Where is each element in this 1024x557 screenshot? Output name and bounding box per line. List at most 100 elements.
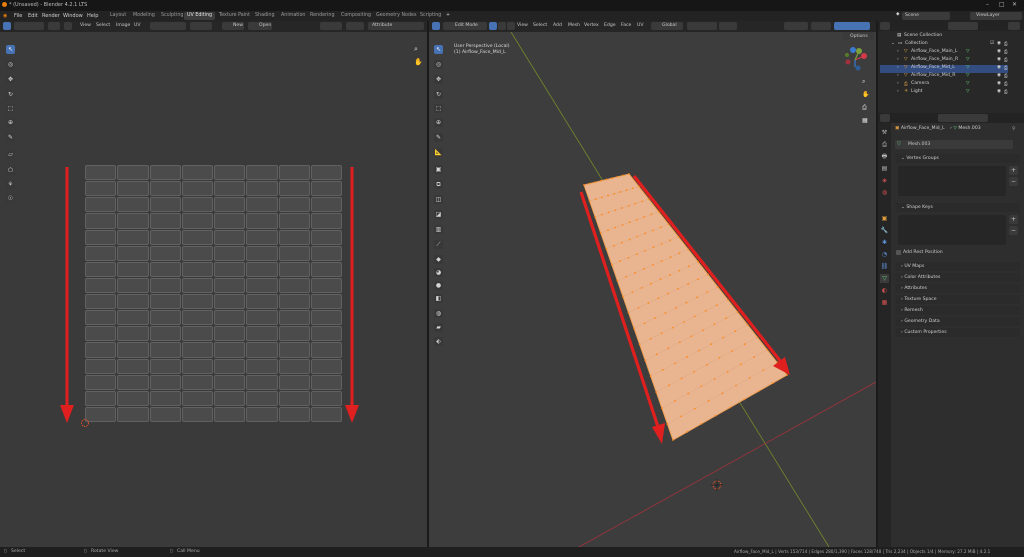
expand-icon[interactable]: ›	[897, 73, 899, 78]
render-tab-icon[interactable]: ⎙	[880, 140, 889, 149]
visibility-eye-icon[interactable]: ◉	[997, 41, 1001, 46]
vertex-groups-panel-header[interactable]: ⌄ Vertex Groups	[895, 154, 1020, 163]
vp-menu-select[interactable]: Select	[533, 23, 547, 28]
attributes-panel-header[interactable]: › Attributes	[895, 284, 1020, 293]
add-rest-position-checkbox[interactable]	[896, 250, 901, 255]
proportional-edit-3d[interactable]	[719, 22, 737, 30]
edge-select-mode-icon[interactable]	[498, 22, 506, 30]
pin-icon[interactable]: ⚲	[1012, 126, 1016, 132]
geometry-data-panel-header[interactable]: › Geometry Data	[895, 317, 1020, 326]
uv-maps-panel-header[interactable]: › UV Maps	[895, 262, 1020, 271]
add-shape-key-button[interactable]: +	[1009, 215, 1018, 224]
editor-type-3d-icon[interactable]	[432, 22, 440, 30]
remove-shape-key-button[interactable]: −	[1009, 226, 1018, 235]
visibility-eye-icon[interactable]: ◉	[997, 57, 1001, 62]
mesh-vertex	[707, 273, 709, 276]
mesh-datablock-field[interactable]: ▽ Mesh.003	[895, 140, 1013, 149]
expand-icon[interactable]: ›	[897, 89, 899, 94]
overlays-buttons[interactable]	[811, 22, 831, 30]
mesh-vertex	[786, 374, 788, 376]
outliner-item-airflow-face-mid-r[interactable]: › ▽ Airflow_Face_Mid_R ▽ ◉ ⎙	[880, 73, 1008, 81]
outliner-collection[interactable]: ⌄ ▭ Collection ☑ ◉ ⎙	[880, 41, 1008, 49]
render-camera-icon[interactable]: ⎙	[1004, 81, 1008, 87]
vertex-select-mode-icon[interactable]	[489, 22, 497, 30]
mesh-vertex	[707, 400, 710, 402]
render-camera-icon[interactable]: ⎙	[1004, 41, 1008, 47]
mesh-vertex	[731, 350, 734, 352]
render-camera-icon[interactable]: ⎙	[1004, 49, 1008, 55]
mesh-vertex	[613, 192, 616, 195]
close-icon[interactable]: ✕	[1012, 1, 1017, 8]
vp-menu-edge[interactable]: Edge	[604, 23, 616, 28]
object-tab-icon[interactable]: ▣	[880, 214, 889, 223]
xray-mirror-buttons[interactable]	[784, 22, 808, 30]
outliner-item-light[interactable]: › ☀ Light ▽ ◉ ⎙	[880, 89, 1008, 97]
maximize-icon[interactable]: □	[999, 1, 1005, 8]
modifier-tab-icon[interactable]: 🔧	[880, 226, 889, 235]
expand-icon[interactable]: ›	[897, 65, 899, 70]
particles-tab-icon[interactable]: ✱	[880, 238, 889, 247]
shading-mode-buttons[interactable]	[834, 22, 870, 30]
texture-tab-icon[interactable]: ▦	[880, 298, 889, 307]
properties-search-field[interactable]	[938, 114, 988, 122]
outliner-item-airflow-face-main-r[interactable]: › ▽ Airflow_Face_Main_R ▽ ◉ ⎙	[880, 57, 1008, 65]
visibility-eye-icon[interactable]: ◉	[997, 65, 1001, 70]
view-layer-tab-icon[interactable]: ▤	[880, 164, 889, 173]
world-tab-icon[interactable]: ◍	[880, 188, 889, 197]
vp-menu-face[interactable]: Face	[621, 23, 631, 28]
add-vertex-group-button[interactable]: +	[1009, 166, 1018, 175]
outliner-header	[878, 21, 1024, 31]
color-attributes-panel-header[interactable]: › Color Attributes	[895, 273, 1020, 282]
constraints-tab-icon[interactable]: ⛓	[880, 262, 889, 271]
render-camera-icon[interactable]: ⎙	[1004, 57, 1008, 63]
mesh-vertex	[713, 323, 716, 326]
expand-icon[interactable]: ⌄	[891, 41, 895, 46]
add-workspace-icon[interactable]: +	[443, 12, 453, 20]
minimize-icon[interactable]: –	[986, 1, 989, 8]
texture-space-panel-header[interactable]: › Texture Space	[895, 295, 1020, 304]
properties-type-icon[interactable]	[880, 114, 890, 122]
outliner-scene-collection[interactable]: ▤ Scene Collection	[880, 33, 1008, 41]
render-camera-icon[interactable]: ⎙	[1004, 65, 1008, 71]
outliner-item-camera[interactable]: › ⎙ Camera ▽ ◉ ⎙	[880, 81, 1008, 89]
outliner-search-field[interactable]	[948, 22, 978, 30]
vp-menu-mesh[interactable]: Mesh	[568, 23, 580, 28]
physics-tab-icon[interactable]: ◔	[880, 250, 889, 259]
mesh-vertex	[696, 296, 698, 299]
vp-menu-vertex[interactable]: Vertex	[584, 23, 599, 28]
remesh-panel-header[interactable]: › Remesh	[895, 306, 1020, 315]
outliner-item-airflow-face-main-l[interactable]: › ▽ Airflow_Face_Main_L ▽ ◉ ⎙	[880, 49, 1008, 57]
expand-icon[interactable]: ›	[897, 49, 899, 54]
visibility-eye-icon[interactable]: ◉	[997, 73, 1001, 78]
mesh-vertex	[616, 279, 619, 282]
vertex-groups-list[interactable]	[898, 166, 1006, 196]
visibility-eye-icon[interactable]: ◉	[997, 81, 1001, 86]
visibility-eye-icon[interactable]: ◉	[997, 89, 1001, 94]
viewport-header: Edit Mode View Select Add Mesh Vertex Ed…	[429, 21, 876, 32]
vp-menu-add[interactable]: Add	[553, 23, 562, 28]
material-tab-icon[interactable]: ◐	[880, 286, 889, 295]
remove-vertex-group-button[interactable]: −	[1009, 177, 1018, 186]
render-camera-icon[interactable]: ⎙	[1004, 73, 1008, 79]
expand-icon[interactable]: ›	[897, 81, 899, 86]
outliner-filter-icon[interactable]	[1008, 22, 1020, 30]
mesh-vertex	[668, 384, 670, 387]
outliner-item-airflow-face-mid-l[interactable]: › ▽ Airflow_Face_Mid_L ▽ ◉ ⎙	[880, 65, 1008, 73]
mesh-vertex	[625, 275, 628, 278]
scene-tab-icon[interactable]: ◈	[880, 176, 889, 185]
checkbox-icon[interactable]: ☑	[990, 41, 994, 46]
vp-menu-uv[interactable]: UV	[637, 23, 644, 28]
visibility-eye-icon[interactable]: ◉	[997, 49, 1001, 54]
custom-properties-panel-header[interactable]: › Custom Properties	[895, 328, 1020, 337]
face-select-mode-icon[interactable]	[507, 22, 515, 30]
outliner-type-icon[interactable]	[880, 22, 890, 30]
tool-tab-icon[interactable]: ⚒	[880, 128, 889, 137]
shape-keys-list[interactable]	[898, 215, 1006, 245]
shape-keys-panel-header[interactable]: ⌄ Shape Keys	[895, 203, 1020, 212]
expand-icon[interactable]: ›	[897, 57, 899, 62]
pivot-snap-buttons-3d[interactable]	[687, 22, 717, 30]
data-tab-icon[interactable]: ▽	[880, 274, 889, 283]
output-tab-icon[interactable]: 🖶	[880, 152, 889, 161]
render-camera-icon[interactable]: ⎙	[1004, 89, 1008, 95]
vp-menu-view[interactable]: View	[517, 23, 528, 28]
